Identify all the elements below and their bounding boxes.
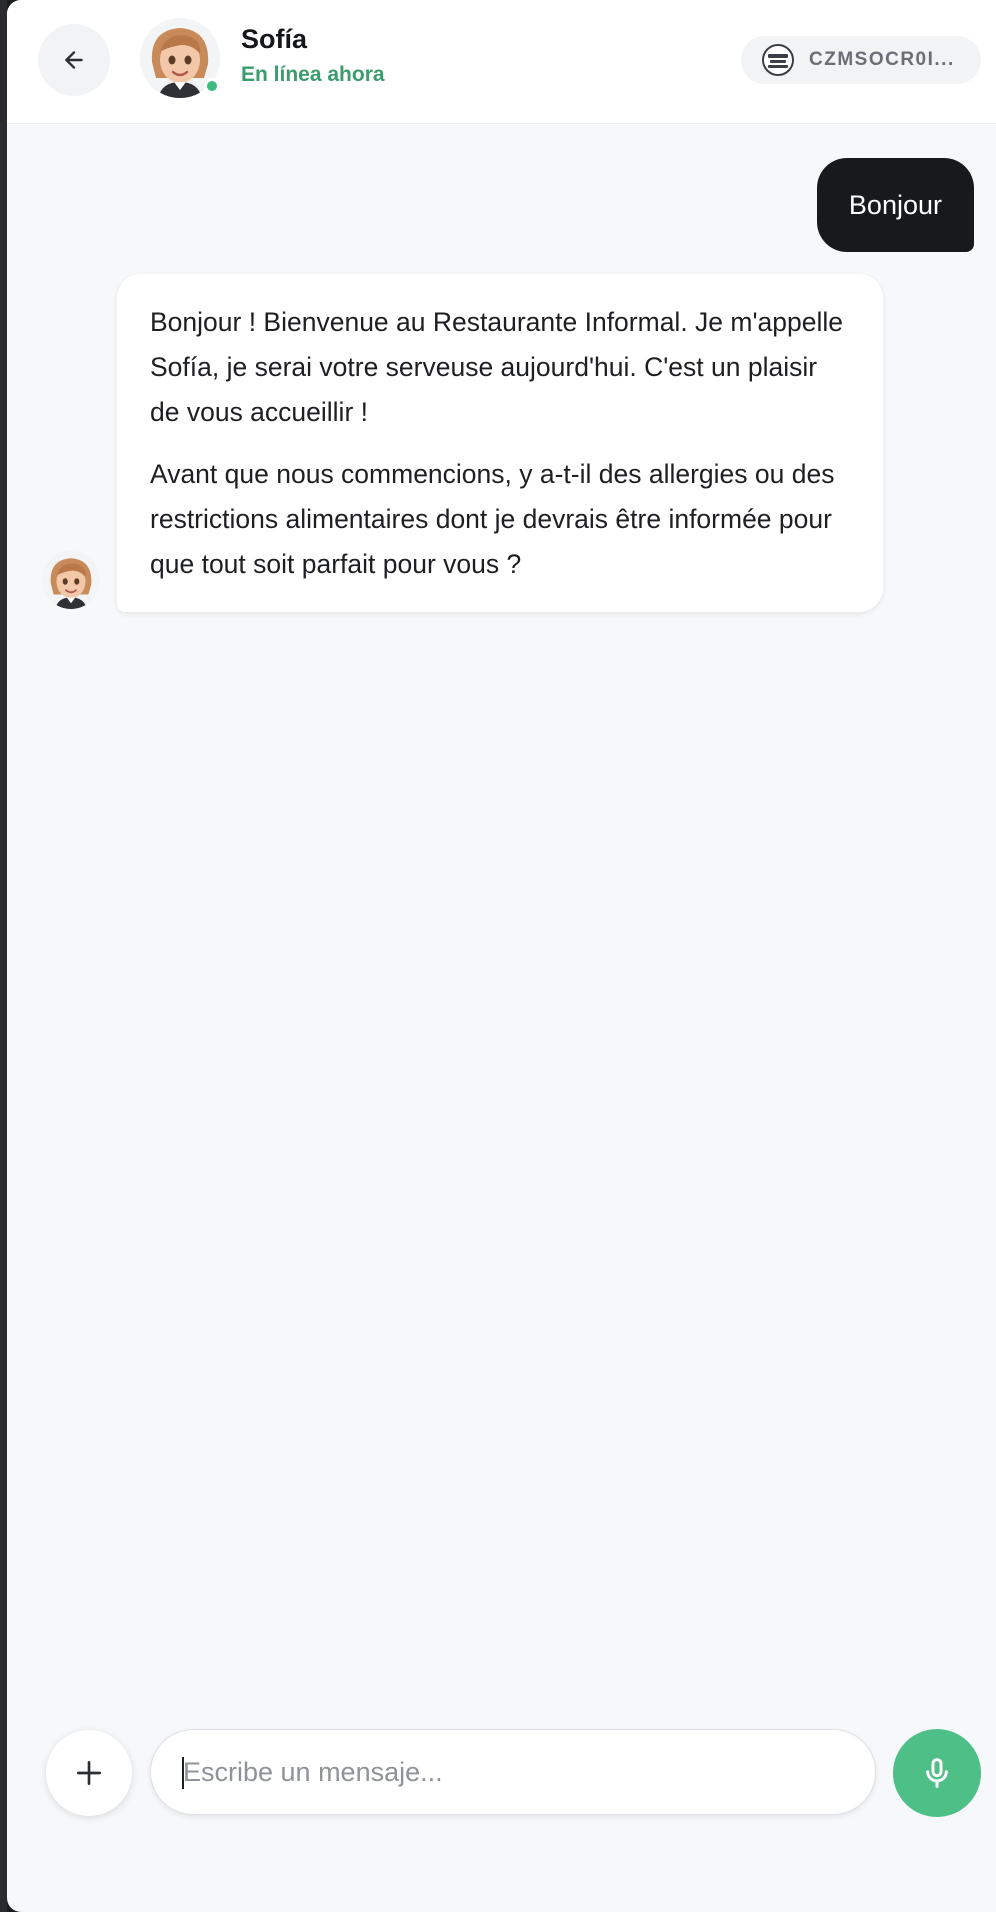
- online-status-dot: [204, 78, 220, 94]
- text-cursor: [182, 1757, 184, 1789]
- bot-message: Bonjour ! Bienvenue au Restaurante Infor…: [117, 274, 883, 612]
- arrow-left-icon: [65, 51, 83, 69]
- message-input[interactable]: [150, 1729, 876, 1815]
- microphone-icon: [926, 1758, 948, 1788]
- chat-app: Sofía En línea ahora CZMSOCR0I... Bonjou…: [7, 0, 996, 1912]
- bot-avatar: [42, 551, 100, 609]
- restaurant-code-badge[interactable]: CZMSOCR0I...: [741, 36, 981, 84]
- voice-input-button[interactable]: [893, 1729, 981, 1817]
- back-button[interactable]: [38, 24, 110, 96]
- chat-header: Sofía En línea ahora CZMSOCR0I...: [7, 0, 996, 124]
- restaurant-code-text: CZMSOCR0I...: [809, 49, 955, 70]
- contact-avatar[interactable]: [140, 18, 220, 98]
- window-edge: [0, 0, 7, 1912]
- bot-message-paragraph: Avant que nous commencions, y a-t-il des…: [150, 459, 835, 579]
- add-attachment-button[interactable]: [46, 1730, 132, 1816]
- contact-status: En línea ahora: [241, 63, 385, 86]
- contact-name: Sofía: [241, 24, 308, 54]
- restaurant-logo-icon: [762, 44, 794, 76]
- bot-message-paragraph: Bonjour ! Bienvenue au Restaurante Infor…: [150, 307, 843, 427]
- user-message: Bonjour: [816, 158, 974, 252]
- plus-icon: [77, 1761, 101, 1785]
